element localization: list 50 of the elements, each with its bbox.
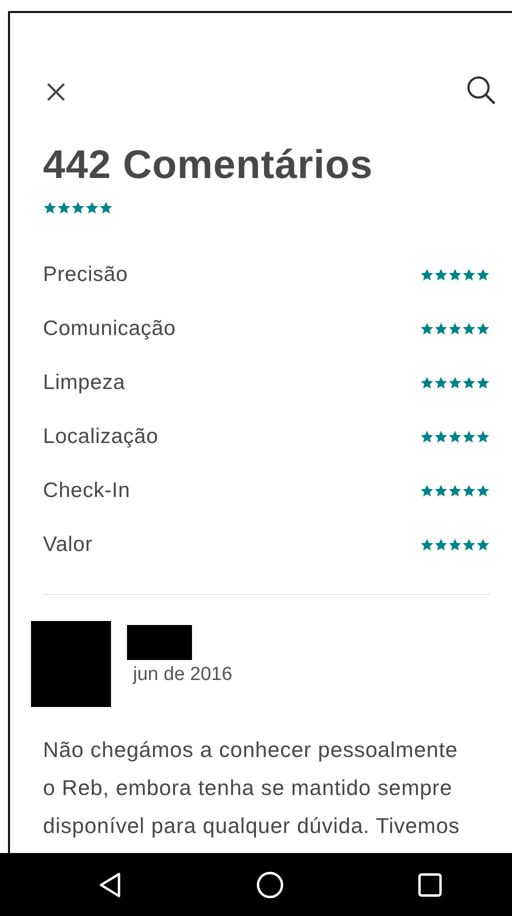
- category-label: Precisão: [43, 263, 128, 287]
- star-icon: [434, 538, 448, 552]
- star-icon: [448, 268, 462, 282]
- star-icon: [434, 268, 448, 282]
- star-icon: [448, 484, 462, 498]
- star-icon: [71, 201, 85, 215]
- review-text: Não chegámos a conhecer pessoalmente o Reb, embora tenha se mantido sempre disponível para qualquer dúvida. Tivemos: [43, 737, 461, 840]
- close-icon[interactable]: [46, 82, 66, 102]
- star-icon: [448, 376, 462, 390]
- star-icon: [99, 201, 113, 215]
- star-icon: [434, 484, 448, 498]
- redacted-name: [127, 625, 192, 660]
- category-label: Check-In: [43, 479, 130, 503]
- star-icon: [420, 538, 434, 552]
- star-icon: [476, 538, 490, 552]
- star-icon: [420, 376, 434, 390]
- star-icon: [43, 201, 57, 215]
- star-icon: [476, 484, 490, 498]
- star-icon: [448, 430, 462, 444]
- star-icon: [434, 322, 448, 336]
- star-icon: [462, 538, 476, 552]
- category-label: Localização: [43, 425, 158, 449]
- star-icon: [420, 322, 434, 336]
- star-icon: [476, 322, 490, 336]
- category-label: Valor: [43, 533, 92, 557]
- search-icon[interactable]: [466, 75, 496, 105]
- category-label: Limpeza: [43, 371, 126, 395]
- star-icon: [462, 322, 476, 336]
- star-icon: [476, 430, 490, 444]
- star-icon: [434, 376, 448, 390]
- star-icon: [476, 268, 490, 282]
- category-label: Comunicação: [43, 317, 176, 341]
- star-icon: [434, 430, 448, 444]
- home-icon[interactable]: [256, 870, 284, 898]
- recents-icon[interactable]: [418, 872, 442, 896]
- back-icon[interactable]: [98, 872, 122, 898]
- star-icon: [462, 268, 476, 282]
- star-icon: [462, 376, 476, 390]
- star-icon: [420, 484, 434, 498]
- star-icon: [420, 430, 434, 444]
- star-icon: [448, 322, 462, 336]
- reviews-title: 442 Comentários: [43, 143, 374, 188]
- review-date: jun de 2016: [133, 664, 232, 686]
- star-icon: [462, 484, 476, 498]
- star-icon: [57, 201, 71, 215]
- star-icon: [462, 430, 476, 444]
- star-icon: [448, 538, 462, 552]
- star-icon: [420, 268, 434, 282]
- star-icon: [476, 376, 490, 390]
- star-icon: [85, 201, 99, 215]
